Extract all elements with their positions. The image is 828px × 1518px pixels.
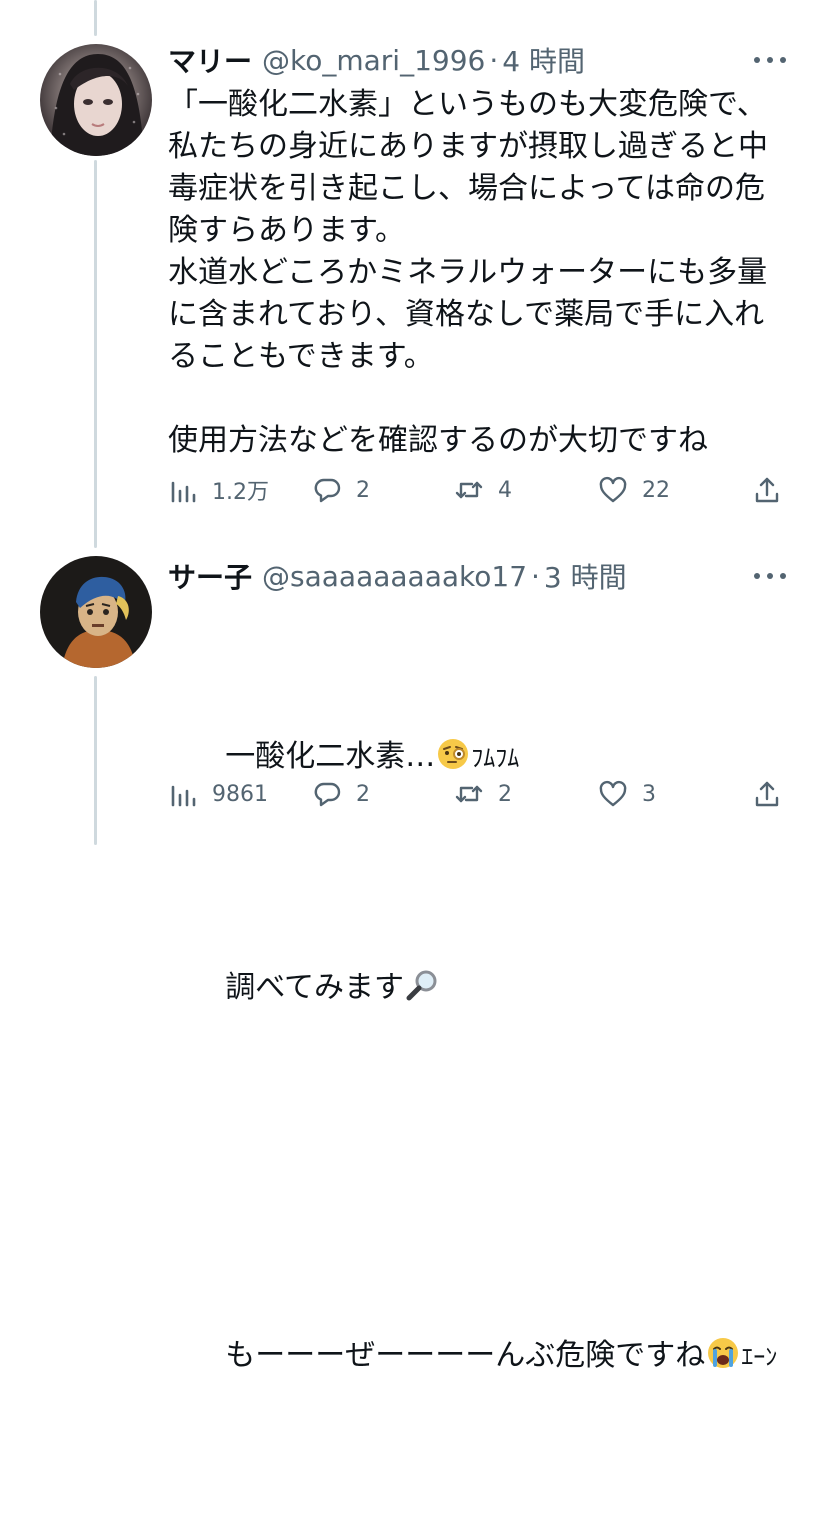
like-count: 22 <box>642 477 670 503</box>
text-segment: 調べてみます <box>225 970 405 1005</box>
like-button[interactable]: 22 <box>598 470 670 510</box>
display-name[interactable]: サー子 <box>168 556 252 596</box>
text-segment: 一酸化二水素… <box>225 739 436 774</box>
action-bar: 9861 2 2 3 <box>168 774 788 814</box>
text-segment: ﾌﾑﾌﾑ <box>471 744 520 772</box>
more-dots-icon[interactable] <box>754 48 786 72</box>
separator-dot: · <box>531 559 540 593</box>
retweet-icon <box>455 481 483 499</box>
retweet-count: 2 <box>498 781 512 807</box>
reply-count: 2 <box>356 781 370 807</box>
display-name[interactable]: マリー <box>168 40 252 80</box>
tweet-header: サー子 @saaaaaaaaako17 · 3 時間 <box>168 556 627 596</box>
separator-dot: · <box>489 43 499 77</box>
like-count: 3 <box>642 781 656 807</box>
retweet-button[interactable]: 4 <box>454 470 512 510</box>
reply-button[interactable]: 2 <box>312 774 370 814</box>
user-handle[interactable]: @ko_mari_1996 <box>262 44 485 77</box>
tweet-text: 「一酸化二水素」というものも大変危険で、 私たちの身近にありますが摂取し過ぎると… <box>168 87 768 458</box>
user-handle[interactable]: @saaaaaaaaako17 <box>262 560 527 593</box>
retweet-icon <box>455 785 483 803</box>
views-count: 1.2万 <box>212 480 269 505</box>
views-count: 9861 <box>212 781 268 807</box>
bar-chart-icon <box>171 785 196 807</box>
tweet-1[interactable]: マリー @ko_mari_1996 · 4 時間 「一酸化二水素」というものも大… <box>0 40 828 520</box>
bar-chart-icon <box>171 481 196 503</box>
timestamp[interactable]: 4 時間 <box>502 40 585 80</box>
retweet-count: 4 <box>498 477 512 503</box>
action-bar: 1.2万 2 4 22 <box>168 470 788 510</box>
tweet-2[interactable]: サー子 @saaaaaaaaako17 · 3 時間 一酸化二水素… ﾌﾑﾌﾑ 調… <box>0 556 828 1373</box>
text-segment: もーーーぜーーーーんぶ危険ですね <box>225 1338 706 1373</box>
views-button[interactable]: 1.2万 <box>168 470 269 510</box>
reply-count: 2 <box>356 477 370 503</box>
heart-icon <box>599 476 627 503</box>
more-dots-icon[interactable] <box>754 564 786 588</box>
tweet-header: マリー @ko_mari_1996 · 4 時間 <box>168 40 585 80</box>
tweet-line-3: もーーーぜーーーーんぶ危険ですね ｴｰﾝ <box>168 1287 777 1426</box>
magnifying-glass-emoji <box>406 970 437 1001</box>
thread-line-top <box>94 0 97 36</box>
avatar[interactable] <box>40 44 152 156</box>
text-segment: ｴｰﾝ <box>741 1343 778 1371</box>
heart-icon <box>599 780 627 807</box>
share-button[interactable] <box>752 774 782 814</box>
share-icon <box>755 477 779 503</box>
face-with-monocle-emoji <box>438 739 469 769</box>
timestamp[interactable]: 3 時間 <box>544 556 627 596</box>
retweet-button[interactable]: 2 <box>454 774 512 814</box>
avatar[interactable] <box>40 556 152 668</box>
speech-bubble-icon <box>314 782 341 807</box>
tweet-text: 一酸化二水素… ﾌﾑﾌﾑ 調べてみます もーーーぜーーーーんぶ危険ですね ｴｰﾝ <box>168 596 777 1518</box>
like-button[interactable]: 3 <box>598 774 656 814</box>
share-button[interactable] <box>752 470 782 510</box>
share-icon <box>755 781 779 807</box>
loudly-crying-face-emoji <box>708 1338 739 1368</box>
views-button[interactable]: 9861 <box>168 774 268 814</box>
speech-bubble-icon <box>314 478 341 503</box>
tweet-line-empty <box>168 1149 777 1195</box>
tweet-line-2: 調べてみます <box>168 919 777 1057</box>
reply-button[interactable]: 2 <box>312 470 370 510</box>
